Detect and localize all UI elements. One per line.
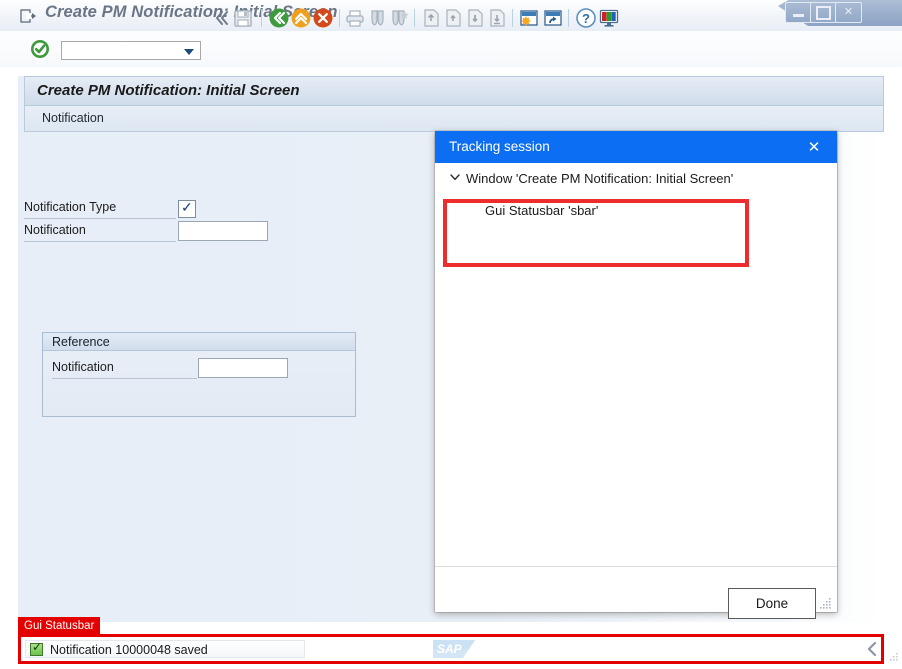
page-title: Create PM Notification: Initial Screen bbox=[37, 82, 300, 99]
previous-page-icon[interactable] bbox=[442, 7, 464, 29]
close-icon: ✕ bbox=[843, 6, 854, 18]
green-check-enter-icon[interactable] bbox=[30, 39, 50, 59]
close-button[interactable]: ✕ bbox=[835, 2, 862, 23]
notification-type-valuehelp-checkbox[interactable]: ✓ bbox=[178, 199, 196, 218]
print-icon[interactable] bbox=[344, 7, 366, 29]
section-header-label: Notification bbox=[42, 111, 104, 125]
notification-number-label: Notification bbox=[24, 223, 86, 237]
menu-chevrons-icon[interactable] bbox=[210, 7, 232, 29]
minimize-icon bbox=[793, 14, 804, 17]
tree-node-statusbar[interactable]: Gui Statusbar 'sbar' bbox=[485, 203, 598, 218]
dialog-footer: Done bbox=[435, 567, 837, 619]
field-underline bbox=[24, 241, 176, 242]
notification-type-label: Notification Type bbox=[24, 200, 117, 214]
help-icon[interactable]: ? bbox=[575, 7, 597, 29]
dialog-body bbox=[435, 163, 837, 566]
reference-group-box: Reference Notification bbox=[42, 332, 356, 417]
close-icon: ✕ bbox=[807, 138, 821, 156]
back-icon[interactable] bbox=[268, 7, 290, 29]
dialog-title: Tracking session bbox=[449, 139, 550, 154]
statusbar-expand-arrow-icon[interactable] bbox=[866, 641, 879, 657]
dialog-titlebar: Tracking session ✕ bbox=[435, 131, 837, 163]
chevron-down-icon[interactable] bbox=[184, 49, 194, 55]
minimize-button[interactable] bbox=[785, 2, 812, 23]
toolbar-separator bbox=[414, 9, 415, 27]
tree-node-window[interactable]: Window 'Create PM Notification: Initial … bbox=[466, 171, 733, 186]
create-shortcut-icon[interactable] bbox=[542, 7, 564, 29]
screen-title-bar: Create PM Notification: Initial Screen bbox=[24, 76, 884, 106]
done-button[interactable]: Done bbox=[728, 588, 816, 619]
screen-section-header: Notification bbox=[24, 106, 884, 132]
toolbar-separator bbox=[568, 9, 569, 27]
maximize-button[interactable] bbox=[810, 2, 837, 23]
command-field[interactable] bbox=[61, 41, 201, 60]
reference-notification-label: Notification bbox=[52, 360, 114, 374]
save-icon[interactable] bbox=[232, 7, 254, 29]
sap-logo: SAP bbox=[433, 640, 475, 658]
customize-local-layout-icon[interactable] bbox=[598, 7, 620, 29]
gui-statusbar: ✓ Notification 10000048 saved SAP bbox=[18, 634, 884, 664]
last-page-icon[interactable] bbox=[486, 7, 508, 29]
statusbar-annotation-tag: Gui Statusbar bbox=[18, 617, 101, 634]
statusbar-annotation-label: Gui Statusbar bbox=[24, 619, 95, 632]
svg-text:?: ? bbox=[582, 11, 590, 26]
dialog-close-button[interactable]: ✕ bbox=[791, 131, 837, 163]
maximize-icon bbox=[816, 5, 831, 20]
create-session-icon[interactable] bbox=[518, 7, 540, 29]
green-check-success-icon: ✓ bbox=[30, 640, 43, 656]
toolbar-separator bbox=[339, 9, 340, 27]
check-icon: ✓ bbox=[32, 640, 43, 654]
reference-notification-input[interactable] bbox=[198, 358, 288, 378]
toolbar-separator bbox=[512, 9, 513, 27]
next-page-icon[interactable] bbox=[464, 7, 486, 29]
status-message-text: Notification 10000048 saved bbox=[50, 643, 208, 657]
first-page-icon[interactable] bbox=[420, 7, 442, 29]
reference-group-title: Reference bbox=[52, 335, 110, 349]
exit-icon[interactable] bbox=[290, 7, 312, 29]
exit-arrow-icon bbox=[20, 8, 37, 24]
reference-group-header: Reference bbox=[43, 333, 355, 351]
resize-grip-icon[interactable] bbox=[820, 596, 832, 609]
find-next-icon[interactable] bbox=[388, 7, 410, 29]
field-underline bbox=[52, 378, 197, 379]
notification-number-input[interactable] bbox=[178, 221, 268, 241]
window-resize-grip-icon[interactable] bbox=[887, 651, 900, 664]
check-icon: ✓ bbox=[181, 199, 193, 215]
status-message-box: ✓ Notification 10000048 saved bbox=[25, 640, 305, 658]
find-icon[interactable] bbox=[366, 7, 388, 29]
toolbar-separator bbox=[261, 9, 262, 27]
chevron-down-icon[interactable] bbox=[449, 171, 461, 186]
field-underline bbox=[24, 218, 176, 219]
sap-gui-window: Create PM Notification: Initial Screen ✕ bbox=[0, 0, 902, 666]
svg-text:SAP: SAP bbox=[437, 642, 463, 656]
cancel-icon[interactable] bbox=[312, 7, 334, 29]
